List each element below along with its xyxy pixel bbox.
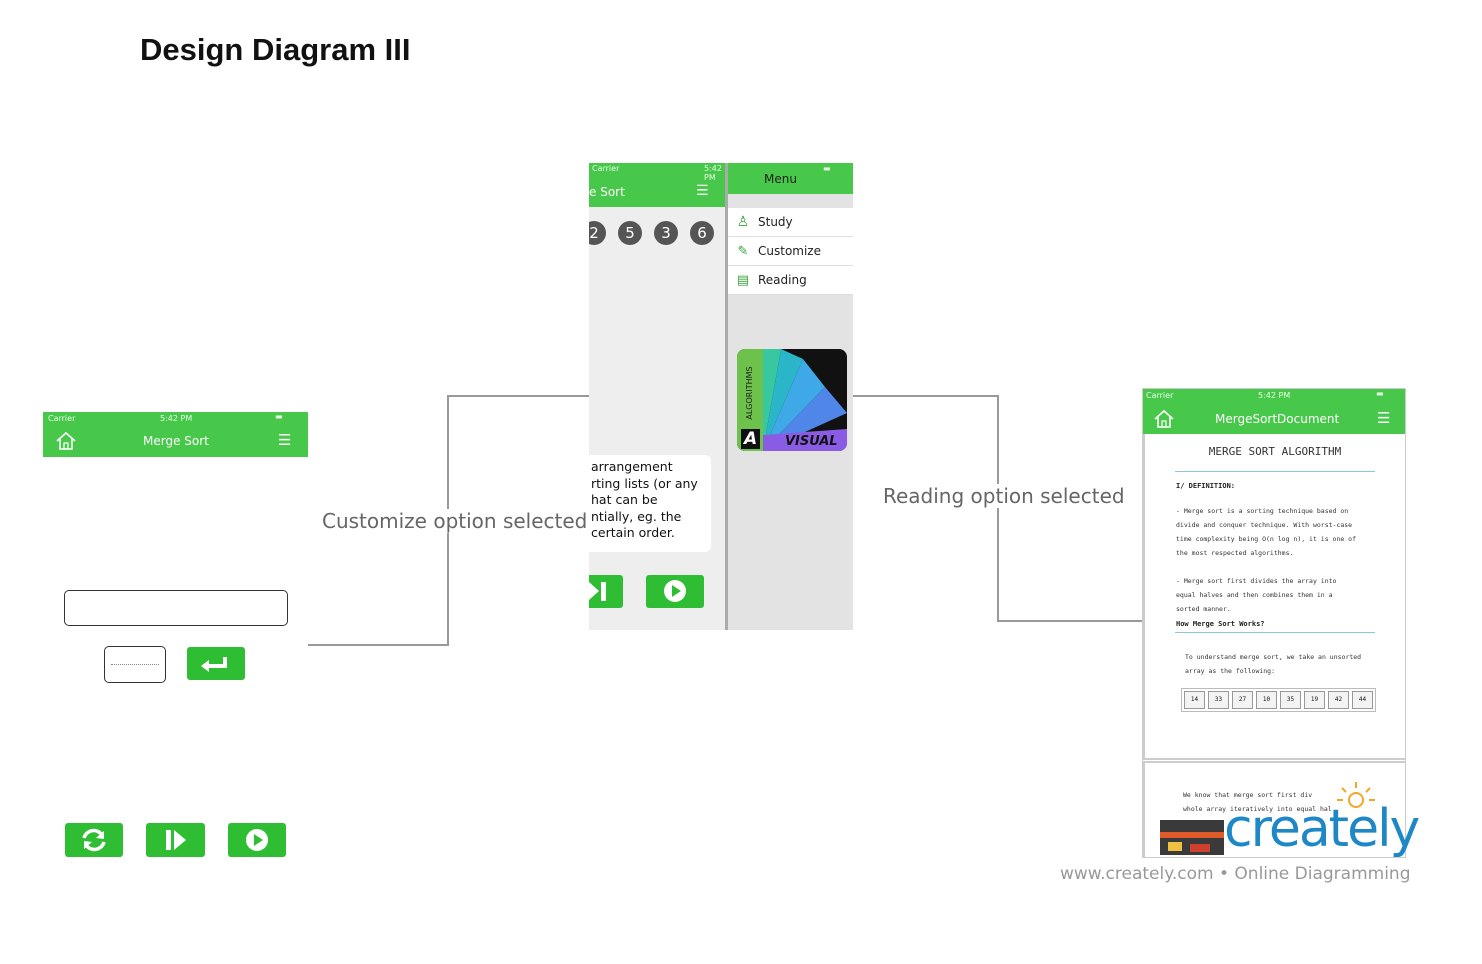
middle-screen: Carrier 5:42 PM e Sort ☰ 2 5 3 6 arrange… [589, 163, 853, 630]
array-cell: 44 [1352, 691, 1373, 709]
array-cell: 33 [1208, 691, 1229, 709]
middle-time: 5:42 PM [704, 164, 722, 182]
step-forward-button[interactable] [589, 575, 623, 608]
doc-line: To understand merge sort, we take an uns… [1185, 653, 1362, 661]
right-navbar: Carrier 5:42 PM ▬ MergeSortDocument ☰ [1143, 389, 1405, 434]
logo-letter: A [741, 429, 761, 449]
doc-line: - Merge sort first divides the array int… [1176, 577, 1337, 585]
play-button[interactable] [228, 823, 286, 857]
menu-item-customize[interactable]: ✎ Customize [728, 237, 853, 266]
doc-line: divide and conquer technique. With worst… [1176, 521, 1353, 529]
doc-section: I/ DEFINITION: [1176, 482, 1236, 490]
reading-label: Reading option selected [883, 484, 1125, 508]
definition-line: certain order. [591, 525, 675, 540]
hamburger-icon[interactable]: ☰ [696, 183, 709, 199]
middle-navbar: Carrier 5:42 PM e Sort ☰ [589, 163, 727, 207]
document-page: MERGE SORT ALGORITHM I/ DEFINITION: - Me… [1143, 434, 1405, 760]
person-icon: ♙ [736, 214, 750, 230]
menu-title: Menu [764, 172, 797, 186]
array-cell: 14 [1184, 691, 1205, 709]
battery-icon: ▬ [275, 412, 283, 421]
logo-side-text: ALGORITHMS [745, 366, 754, 420]
battery-icon: ▬ [1376, 389, 1384, 398]
doc-rule [1175, 471, 1375, 472]
array-circle: 5 [618, 221, 642, 245]
creately-tagline: www.creately.com • Online Diagramming [1060, 864, 1411, 884]
right-time: 5:42 PM [1258, 391, 1291, 400]
refresh-icon [82, 828, 106, 852]
array-cell: 42 [1328, 691, 1349, 709]
menu-list: ♙ Study ✎ Customize ▤ Reading [728, 208, 853, 295]
array-diagram: 14 33 27 10 35 19 42 44 [1181, 688, 1376, 712]
left-nav-title: Merge Sort [143, 434, 209, 448]
step-forward-icon [166, 830, 186, 850]
array-input[interactable] [64, 590, 288, 626]
edit-icon: ✎ [737, 243, 749, 259]
books-icon: ▤ [736, 272, 750, 288]
middle-carrier: Carrier [592, 164, 620, 173]
array-cell: 35 [1280, 691, 1301, 709]
logo-word: VISUAL [785, 434, 838, 449]
algorithms-logo: ALGORITHMS A VISUAL [737, 349, 847, 451]
array-circle: 2 [589, 221, 606, 245]
array-cell: 27 [1232, 691, 1253, 709]
definition-line: hat can be [591, 492, 658, 507]
doc-rule [1175, 632, 1375, 633]
menu-item-label: Customize [758, 244, 821, 258]
doc-paragraph-3: To understand merge sort, we take an uns… [1185, 650, 1361, 678]
doc-line: sorted manner. [1176, 605, 1231, 613]
refresh-button[interactable] [65, 823, 123, 857]
enter-arrow-icon [201, 657, 227, 672]
step-forward-button[interactable] [146, 823, 205, 857]
array-circle: 6 [690, 221, 714, 245]
creately-brand: creately [1224, 799, 1420, 859]
doc-line: array as the following: [1185, 667, 1276, 675]
menu-item-study[interactable]: ♙ Study [728, 208, 853, 237]
play-icon [664, 580, 686, 602]
doc-paragraph-2: - Merge sort first divides the array int… [1176, 574, 1336, 616]
array-cell: 19 [1304, 691, 1325, 709]
home-icon[interactable] [55, 430, 77, 452]
value-input[interactable] [104, 646, 166, 683]
home-icon[interactable] [1153, 408, 1175, 430]
right-carrier: Carrier [1146, 391, 1174, 400]
left-carrier: Carrier [48, 414, 76, 423]
menu-item-label: Study [758, 215, 793, 229]
play-icon [246, 829, 268, 851]
definition-card: arrangement rting lists (or any hat can … [589, 455, 711, 552]
enter-button[interactable] [187, 647, 245, 680]
lightbulb-icon [1337, 782, 1375, 808]
doc-title: MERGE SORT ALGORITHM [1208, 445, 1342, 458]
hamburger-icon[interactable]: ☰ [278, 431, 291, 449]
doc-line: - Merge sort is a sorting technique base… [1176, 507, 1349, 515]
doc-subheading: How Merge Sort Works? [1176, 620, 1265, 628]
step-forward-icon [589, 582, 606, 601]
menu-drawer: ▬ Menu ♙ Study ✎ Customize ▤ Reading ALG… [728, 163, 853, 630]
left-screen-navbar: Carrier 5:42 PM ▬ Merge Sort ☰ [43, 412, 308, 457]
doc-line: the most respected algorithms. [1176, 549, 1294, 557]
menu-item-label: Reading [758, 273, 807, 287]
left-time: 5:42 PM [160, 414, 193, 423]
array-circle: 3 [654, 221, 678, 245]
play-button[interactable] [646, 575, 704, 608]
definition-line: rting lists (or any [591, 475, 698, 491]
definition-line: arrangement [591, 459, 673, 474]
customize-label: Customize option selected [322, 509, 588, 533]
doc-paragraph-1: - Merge sort is a sorting technique base… [1176, 504, 1356, 560]
right-nav-title: MergeSortDocument [1215, 412, 1340, 426]
hamburger-icon[interactable]: ☰ [1377, 409, 1390, 427]
array-cell: 10 [1256, 691, 1277, 709]
menu-header: ▬ Menu [728, 163, 853, 194]
middle-nav-title: e Sort [589, 185, 625, 199]
connector-reading [853, 395, 1144, 622]
doc-line: equal halves and then combines them in a [1176, 591, 1333, 599]
menu-item-reading[interactable]: ▤ Reading [728, 266, 853, 295]
battery-icon: ▬ [823, 164, 831, 173]
definition-line: ntially, eg. the [591, 508, 682, 524]
watermark-thumbnail [1160, 820, 1224, 855]
doc-line: time complexity being O(n log n), it is … [1176, 535, 1357, 543]
